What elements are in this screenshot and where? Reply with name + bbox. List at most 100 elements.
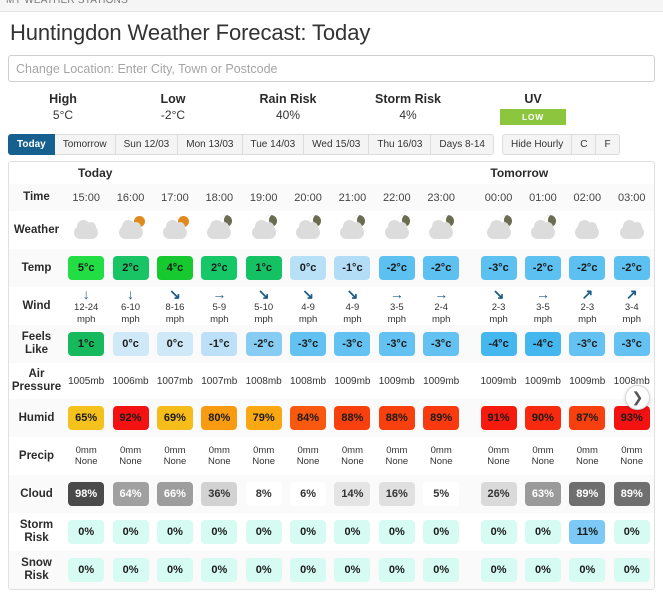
- precip-type: None: [575, 456, 599, 467]
- temp-cell: -2°c: [419, 249, 464, 287]
- temp-value: -1°c: [334, 256, 371, 280]
- temp-value: -2°c: [524, 256, 561, 280]
- cut-off-top-bar: MY WEATHER STATIONS: [0, 0, 663, 12]
- humid-cell: 84%: [285, 399, 331, 437]
- pressure-cell: 1009mb: [423, 375, 460, 387]
- pressure-cell: 1007mb: [156, 375, 193, 387]
- humid-cell: 88%: [330, 399, 375, 437]
- storm-cell: 11%: [565, 513, 609, 551]
- day-separator: [463, 513, 477, 551]
- humid: Humid 65% 92% 69% 80% 79% 84% 88% 88% 89% 91% 90% 87…: [9, 399, 654, 437]
- cloud-value: 63%: [524, 482, 561, 506]
- weather-cell: [330, 211, 374, 249]
- wind-value: ↘ 5-10 mph: [242, 287, 286, 325]
- tab-days-8-14[interactable]: Days 8-14: [431, 134, 494, 155]
- snow-value: 0%: [480, 558, 517, 582]
- feels-cell: -1°c: [197, 325, 242, 363]
- humid-value: 90%: [524, 406, 561, 430]
- wind-value: ↓ 6-10 mph: [108, 287, 152, 325]
- temp-value: 5°c: [68, 256, 105, 280]
- wind-value: → 2-4 mph: [419, 287, 463, 325]
- stat-high: High 5°C: [8, 91, 118, 125]
- cloud-cell: 8%: [241, 475, 286, 513]
- feels-value: -3°c: [569, 332, 606, 356]
- weather-cell: [64, 211, 108, 249]
- feels-cell: -3°c: [419, 325, 464, 363]
- tab-wed-15-03[interactable]: Wed 15/03: [304, 134, 370, 155]
- wind-cell: ↘ 4-9 mph: [330, 287, 374, 325]
- snow-cell: 0%: [285, 551, 331, 589]
- storm-value: 0%: [378, 520, 415, 544]
- precip-type: None: [531, 456, 555, 467]
- feels-value: -3°c: [290, 332, 327, 356]
- storm-value: 0%: [112, 520, 149, 544]
- tab-tomorrow[interactable]: Tomorrow: [54, 134, 116, 155]
- location-search-input[interactable]: [8, 55, 655, 82]
- weather-cell: [286, 211, 330, 249]
- chevron-right-icon[interactable]: ❯: [625, 385, 650, 410]
- storm-cell: 0%: [108, 513, 152, 551]
- tab-today[interactable]: Today: [8, 134, 55, 155]
- row-label-storm: Storm Risk: [9, 513, 64, 551]
- day-separator: [463, 211, 477, 249]
- storm-value: 11%: [569, 520, 606, 544]
- tab-thu-16-03[interactable]: Thu 16/03: [369, 134, 432, 155]
- cloud-icon: [340, 219, 365, 239]
- cloud-icon: [207, 219, 232, 239]
- tab-f[interactable]: F: [596, 134, 620, 155]
- time-cell: 02:00: [565, 184, 610, 211]
- humid-value: 87%: [569, 406, 606, 430]
- wind-direction-arrow-icon: ↗: [581, 286, 594, 302]
- moon-cloud-icon: [426, 214, 456, 240]
- pressure-cell: 1008mb: [289, 375, 327, 387]
- time-cell: 18:00: [197, 184, 242, 211]
- tab-hide-hourly[interactable]: Hide Hourly: [501, 134, 573, 155]
- humid-value: 69%: [156, 406, 193, 430]
- wind-value: ↗ 3-4 mph: [610, 287, 655, 325]
- wind-value: ↓ 12-24 mph: [64, 287, 108, 325]
- tab-bar: Today Tomorrow Sun 12/03 Mon 13/03 Tue 14/03…: [8, 134, 655, 155]
- cloud-icon: [617, 216, 647, 240]
- tab-mon-13-03[interactable]: Mon 13/03: [178, 134, 243, 155]
- snow-cell: 0%: [476, 551, 521, 589]
- cloud-value: 16%: [378, 482, 415, 506]
- day-separator: [463, 162, 477, 184]
- feels-value: 0°c: [112, 332, 149, 356]
- storm-cell: 0%: [153, 513, 197, 551]
- cloud-cell: 89%: [565, 475, 610, 513]
- wind-cell: ↘ 5-10 mph: [242, 287, 286, 325]
- precip-type: None: [620, 456, 644, 467]
- cloud-icon: [74, 219, 99, 239]
- tab-sun-12-03[interactable]: Sun 12/03: [115, 134, 179, 155]
- stat-value: 40%: [275, 108, 301, 122]
- stat-label: Rain Risk: [259, 92, 317, 106]
- temp-value: 2°c: [201, 256, 238, 280]
- weather-cell: [521, 211, 565, 249]
- wind-value: → 5-9 mph: [197, 287, 241, 325]
- wind-value: ↘ 4-9 mph: [286, 287, 330, 325]
- tab-c[interactable]: C: [572, 134, 597, 155]
- cloud-value: 14%: [334, 482, 371, 506]
- pressure-cell: 1006mb: [112, 375, 149, 387]
- time-cell: 20:00: [285, 184, 331, 211]
- wind-direction-arrow-icon: ↓: [127, 286, 135, 302]
- cloud-cell: 5%: [419, 475, 464, 513]
- cloud-cell: 89%: [609, 475, 654, 513]
- cloud-icon: [251, 219, 276, 239]
- wind-direction-arrow-icon: →: [389, 286, 404, 302]
- wind-value: → 3-5 mph: [521, 287, 565, 325]
- temp-value: -3°c: [480, 256, 517, 280]
- humid-value: 93%: [613, 406, 650, 430]
- moon-cloud-icon: [204, 214, 234, 240]
- day-separator: [463, 437, 477, 475]
- moon-cloud-icon: [249, 214, 279, 240]
- moon-cloud-icon: [484, 214, 514, 240]
- feels-cell: -4°c: [520, 325, 566, 363]
- tab-tue-14-03[interactable]: Tue 14/03: [242, 134, 305, 155]
- precip-type: None: [341, 456, 364, 467]
- temp-value: -2°c: [423, 256, 460, 280]
- wind-direction-arrow-icon: ↓: [82, 286, 90, 302]
- wind-direction-arrow-icon: ↘: [492, 286, 505, 302]
- wind-direction-arrow-icon: ↘: [346, 286, 359, 302]
- wind-cell: → 3-5 mph: [521, 287, 565, 325]
